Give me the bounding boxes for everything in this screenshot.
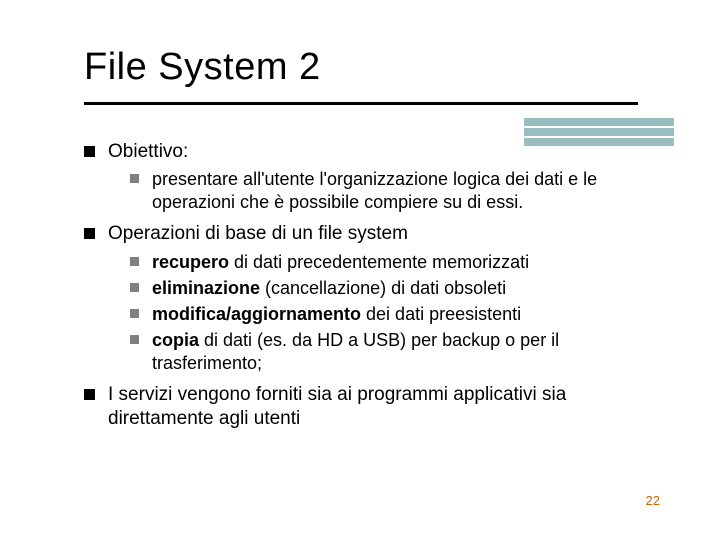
sub-bullet-eliminazione: eliminazione (cancellazione) di dati obs… [130,277,654,300]
bullet-text: Obiettivo: [108,141,188,162]
sub-bullet-modifica: modifica/aggiornamento dei dati preesist… [130,303,654,326]
bullet-bold: copia [152,330,199,350]
accent-bar [524,118,674,126]
sub-bullet: presentare all'utente l'organizzazione l… [130,168,654,214]
bullet-operazioni: Operazioni di base di un file system rec… [84,222,654,374]
bullet-text: Operazioni di base di un file system [108,223,408,244]
slide: File System 2 Obiettivo: presentare all'… [0,0,720,540]
bullet-servizi: I servizi vengono forniti sia ai program… [84,383,654,432]
bullet-bold: recupero [152,252,229,272]
accent-bar [524,128,674,136]
slide-title: File System 2 [84,46,321,89]
title-underline [84,102,638,105]
slide-content: Obiettivo: presentare all'utente l'organ… [84,140,654,439]
bullet-text: I servizi vengono forniti sia ai program… [108,384,566,429]
bullet-bold: modifica/aggiornamento [152,304,361,324]
bullet-obiettivo: Obiettivo: presentare all'utente l'organ… [84,140,654,214]
bullet-rest: di dati (es. da HD a USB) per backup o p… [152,330,559,373]
bullet-rest: dei dati preesistenti [361,304,521,324]
bullet-text: presentare all'utente l'organizzazione l… [152,169,597,212]
sub-bullet-copia: copia di dati (es. da HD a USB) per back… [130,329,654,375]
bullet-bold: eliminazione [152,278,260,298]
bullet-rest: (cancellazione) di dati obsoleti [260,278,506,298]
bullet-rest: di dati precedentemente memorizzati [229,252,529,272]
page-number: 22 [646,493,660,508]
sub-bullet-recupero: recupero di dati precedentemente memoriz… [130,251,654,274]
